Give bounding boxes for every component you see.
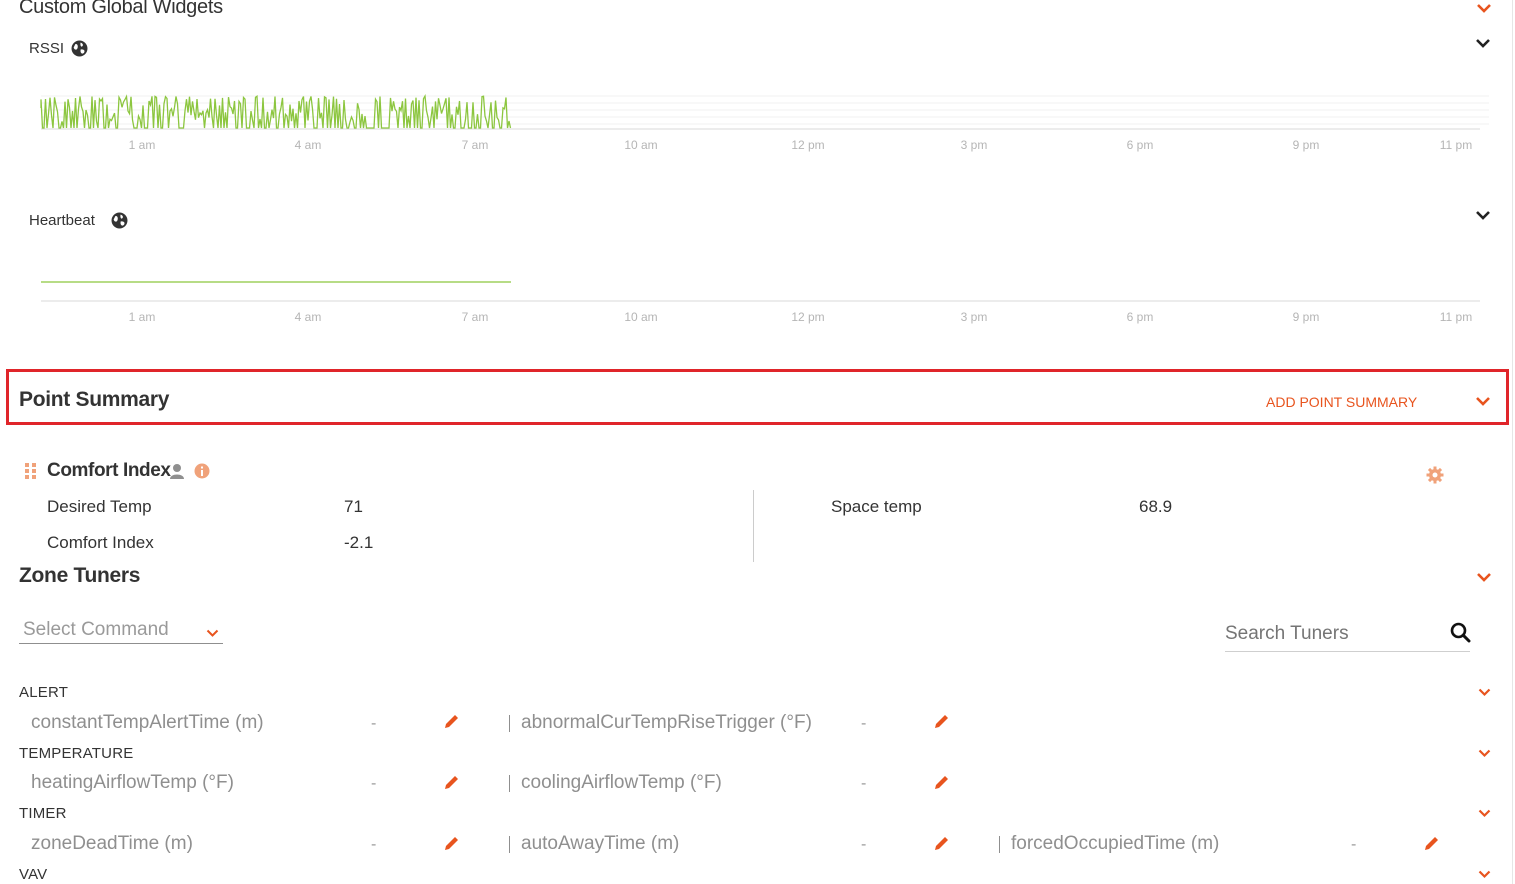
rssi-tick-label: 6 pm [1126, 138, 1154, 152]
pencil-icon[interactable] [934, 774, 950, 790]
tuner-label: zoneDeadTime (m) [31, 833, 193, 854]
comfort-index-value: -2.1 [344, 533, 374, 552]
rssi-tick-label: 7 am [461, 138, 489, 152]
pencil-icon[interactable] [444, 835, 460, 851]
tuner-group-timer: TIMER [19, 805, 67, 822]
tuner-group-vav: VAV [19, 866, 48, 883]
card-divider [753, 490, 754, 562]
space-temp-value: 68.9 [1139, 497, 1173, 516]
chevron-down-icon[interactable] [1478, 688, 1491, 697]
heartbeat-widget-label: Heartbeat [29, 212, 95, 229]
rssi-tick-label: 10 am [624, 138, 658, 152]
desired-temp-label: Desired Temp [47, 497, 152, 516]
search-icon[interactable] [1450, 622, 1471, 643]
heartbeat-chart [41, 281, 1480, 302]
gear-icon[interactable] [1426, 466, 1444, 484]
rssi-tick-label: 11 pm [1439, 138, 1473, 152]
drag-handle-icon[interactable] [24, 462, 38, 479]
heartbeat-tick-label: 4 am [294, 310, 322, 324]
rssi-tick-label: 4 am [294, 138, 322, 152]
pencil-icon[interactable] [444, 713, 460, 729]
rssi-tick-label: 9 pm [1292, 138, 1320, 152]
rssi-chart [40, 94, 1489, 130]
pencil-icon[interactable] [444, 774, 460, 790]
chevron-down-icon[interactable] [1475, 395, 1491, 407]
chevron-down-icon[interactable] [1476, 2, 1492, 14]
rssi-series-line [40, 94, 512, 129]
rssi-tick-label: 3 pm [960, 138, 988, 152]
tuner-group-temperature: TEMPERATURE [19, 745, 134, 762]
tuner-value: - [1351, 836, 1357, 853]
tuner-label: forcedOccupiedTime (m) [1011, 833, 1220, 854]
select-command-placeholder: Select Command [23, 619, 169, 640]
chevron-down-icon [206, 629, 219, 637]
chevron-down-icon[interactable] [1475, 209, 1491, 221]
tuner-label: coolingAirflowTemp (°F) [521, 772, 722, 793]
select-command-dropdown[interactable]: Select Command [19, 617, 223, 644]
pencil-icon[interactable] [934, 713, 950, 729]
pencil-icon[interactable] [934, 835, 950, 851]
heartbeat-tick-label: 11 pm [1439, 310, 1473, 324]
chevron-down-icon[interactable] [1478, 749, 1491, 758]
tuner-separator [999, 836, 1000, 853]
info-icon[interactable] [194, 463, 210, 479]
tuner-value: - [861, 775, 867, 792]
tuner-value: - [371, 775, 377, 792]
add-point-summary-button[interactable]: ADD POINT SUMMARY [1266, 394, 1417, 410]
widgets-title: Custom Global Widgets [19, 0, 223, 18]
rssi-tick-label: 12 pm [791, 138, 825, 152]
search-tuners-input[interactable] [1225, 620, 1445, 647]
tuner-separator [509, 715, 510, 732]
globe-icon [71, 40, 88, 57]
heartbeat-tick-label: 3 pm [960, 310, 988, 324]
tuner-label: constantTempAlertTime (m) [31, 712, 264, 733]
chevron-down-icon[interactable] [1476, 571, 1492, 583]
tuner-group-alert: ALERT [19, 684, 69, 701]
zone-tuners-title: Zone Tuners [19, 564, 141, 587]
chevron-down-icon[interactable] [1475, 37, 1491, 49]
tuner-value: - [371, 836, 377, 853]
heartbeat-tick-label: 6 pm [1126, 310, 1154, 324]
tuner-label: abnormalCurTempRiseTrigger (°F) [521, 712, 812, 733]
tuner-value: - [861, 715, 867, 732]
rssi-tick-label: 1 am [128, 138, 156, 152]
comfort-index-label: Comfort Index [47, 533, 154, 552]
point-summary-title: Point Summary [19, 388, 170, 411]
tuner-label: autoAwayTime (m) [521, 833, 680, 854]
tuner-value: - [861, 836, 867, 853]
heartbeat-tick-label: 1 am [128, 310, 156, 324]
desired-temp-value: 71 [344, 497, 363, 516]
comfort-index-card-title: Comfort Index [47, 460, 171, 481]
chevron-down-icon[interactable] [1478, 870, 1491, 879]
tuner-separator [509, 836, 510, 853]
tuner-label: heatingAirflowTemp (°F) [31, 772, 234, 793]
tuner-separator [509, 775, 510, 792]
chevron-down-icon[interactable] [1478, 809, 1491, 818]
space-temp-label: Space temp [831, 497, 922, 516]
rssi-widget-label: RSSI [29, 40, 65, 57]
right-scroll-border [1512, 0, 1513, 884]
heartbeat-tick-label: 7 am [461, 310, 489, 324]
heartbeat-tick-label: 10 am [624, 310, 658, 324]
heartbeat-tick-label: 9 pm [1292, 310, 1320, 324]
heartbeat-tick-label: 12 pm [791, 310, 825, 324]
pencil-icon[interactable] [1424, 835, 1440, 851]
user-icon [170, 464, 184, 479]
tuner-value: - [371, 715, 377, 732]
globe-icon [111, 212, 128, 229]
search-underline [1225, 651, 1470, 652]
